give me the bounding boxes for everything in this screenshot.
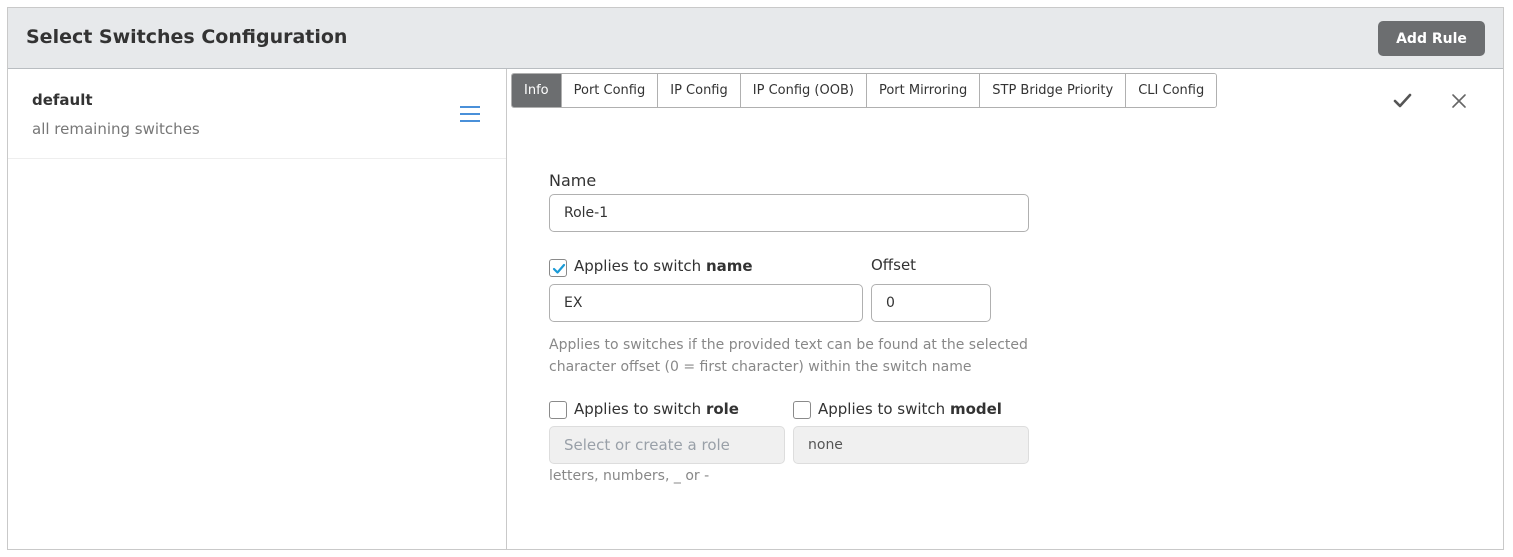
tab-ip-config-oob[interactable]: IP Config (OOB) <box>740 74 867 107</box>
switch-name-label-bold: name <box>705 257 753 275</box>
tab-ip-config[interactable]: IP Config <box>658 74 741 107</box>
name-label: Name <box>549 171 597 190</box>
page-title: Select Switches Configuration <box>26 26 348 48</box>
tab-port-mirroring[interactable]: Port Mirroring <box>866 74 981 107</box>
switch-name-input[interactable] <box>549 284 863 322</box>
switch-role-checkbox[interactable] <box>549 401 567 419</box>
tab-info[interactable]: Info <box>512 74 562 107</box>
switch-role-select[interactable] <box>549 426 785 464</box>
switch-name-help-line1: Applies to switches if the provided text… <box>549 337 1028 353</box>
add-rule-button[interactable]: Add Rule <box>1378 21 1485 56</box>
config-tabs: Info Port Config IP Config IP Config (OO… <box>511 73 1218 108</box>
switch-role-label: Applies to switch role <box>574 400 739 418</box>
rules-list: default all remaining switches <box>8 69 507 549</box>
rule-list-item[interactable]: default all remaining switches <box>8 69 506 159</box>
offset-label: Offset <box>871 256 917 274</box>
switch-role-hint: letters, numbers, _ or - <box>549 468 710 484</box>
tab-cli-config[interactable]: CLI Config <box>1126 74 1217 107</box>
hamburger-menu-icon[interactable] <box>460 105 482 125</box>
close-icon[interactable] <box>1451 93 1467 109</box>
rule-name: default <box>32 91 93 109</box>
switch-model-label-bold: model <box>949 400 1002 418</box>
switch-model-label: Applies to switch model <box>818 400 1002 418</box>
tab-port-config[interactable]: Port Config <box>561 74 659 107</box>
switch-name-help-line2: character offset (0 = first character) w… <box>549 359 972 375</box>
offset-input[interactable] <box>871 284 991 322</box>
switch-model-select[interactable] <box>793 426 1029 464</box>
switch-name-label: Applies to switch name <box>574 257 753 275</box>
switch-role-label-prefix: Applies to switch <box>574 400 706 418</box>
switch-model-label-prefix: Applies to switch <box>818 400 950 418</box>
confirm-check-icon[interactable] <box>1393 92 1413 110</box>
tab-stp-bridge-priority[interactable]: STP Bridge Priority <box>980 74 1127 107</box>
switch-role-label-bold: role <box>705 400 739 418</box>
switch-name-checkbox[interactable] <box>549 259 567 277</box>
switch-model-checkbox[interactable] <box>793 401 811 419</box>
switch-name-label-prefix: Applies to switch <box>574 257 706 275</box>
modal-header: Select Switches Configuration Add Rule <box>8 8 1503 69</box>
name-input[interactable] <box>549 194 1029 232</box>
rule-description: all remaining switches <box>32 120 200 138</box>
